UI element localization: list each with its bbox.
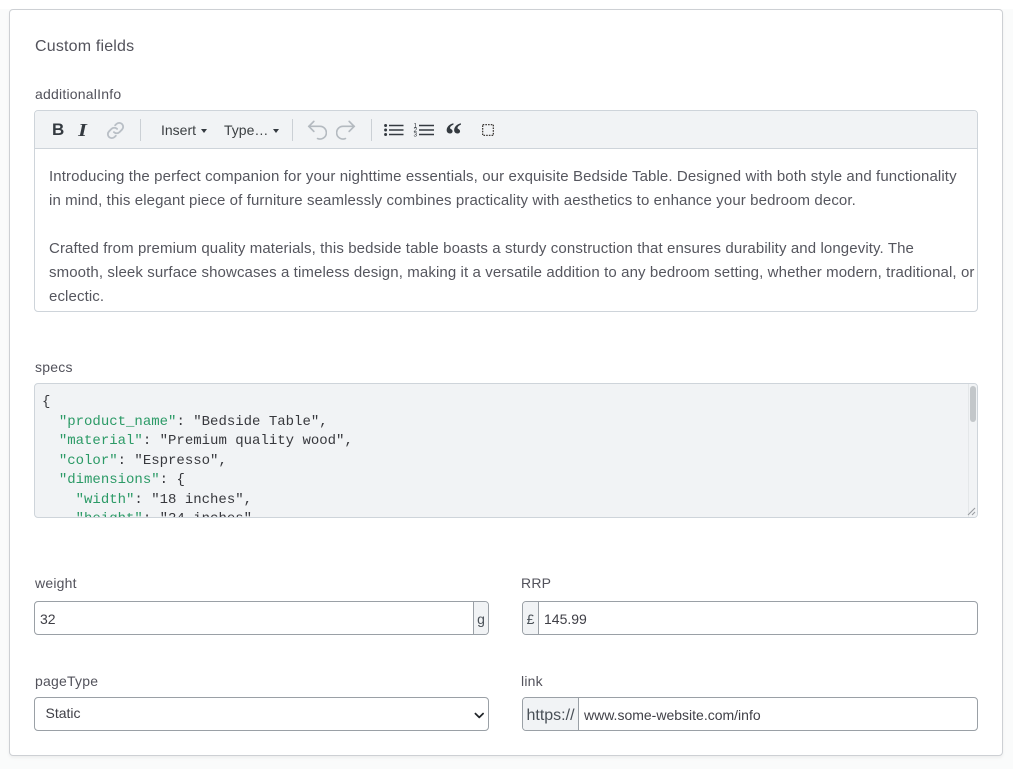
svg-text:3: 3 bbox=[414, 132, 418, 139]
